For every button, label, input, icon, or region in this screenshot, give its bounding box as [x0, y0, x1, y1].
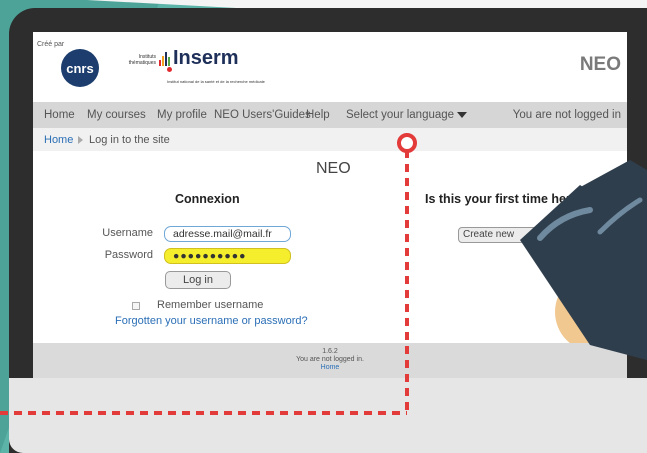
created-by-label: Créé par [37, 41, 65, 48]
inserm-dot-icon [167, 67, 172, 72]
chevron-down-icon [457, 111, 468, 118]
remember-checkbox[interactable] [132, 302, 140, 310]
footer-home-link[interactable]: Home [321, 364, 340, 371]
nav-my-profile[interactable]: My profile [157, 109, 207, 121]
nav-my-courses[interactable]: My courses [87, 109, 146, 121]
language-select-label: Select your language [346, 109, 455, 121]
username-input[interactable]: adresse.mail@mail.fr [164, 226, 291, 242]
nav-home[interactable]: Home [44, 109, 75, 121]
login-button[interactable]: Log in [165, 271, 231, 289]
monitor-chin [9, 378, 647, 453]
page-footer: 1.6.2 You are not logged in. Home [33, 343, 627, 378]
remember-label: Remember username [157, 299, 264, 311]
password-label: Password [104, 249, 153, 261]
nav-users-guides[interactable]: NEO Users'Guides [214, 109, 311, 121]
breadcrumb-home-link[interactable]: Home [44, 134, 73, 146]
navigation-bar: Home My courses My profile NEO Users'Gui… [33, 102, 627, 128]
site-name: NEO [579, 54, 621, 75]
login-status: You are not logged in [512, 109, 621, 121]
site-header: Créé par cnrs Instituts thématiques Inse… [33, 32, 627, 99]
cnrs-logo: cnrs [61, 49, 99, 87]
breadcrumb: Home Log in to the site [33, 128, 627, 151]
version-label: 1.6.2 [322, 348, 338, 355]
instituts-label: Instituts thématiques [128, 54, 156, 66]
target-marker-icon [397, 133, 417, 153]
inserm-logo: Inserm [173, 47, 239, 69]
page-title: NEO [316, 160, 351, 177]
language-select[interactable]: Select your language [346, 109, 468, 121]
breadcrumb-separator-icon [78, 134, 83, 146]
nav-help[interactable]: Help [306, 109, 330, 121]
forgot-password-link[interactable]: Forgotten your username or password? [115, 315, 308, 327]
inserm-bars-icon [159, 52, 171, 66]
footer-status: You are not logged in. [296, 356, 364, 363]
browser-screen: Créé par cnrs Instituts thématiques Inse… [33, 32, 627, 378]
create-account-button[interactable]: Create new [458, 227, 578, 243]
decorative-blob [555, 272, 627, 352]
inserm-subtitle: Institut national de la santé et de la r… [167, 79, 265, 84]
breadcrumb-current: Log in to the site [89, 134, 170, 146]
login-heading: Connexion [175, 192, 240, 206]
username-label: Username [102, 227, 153, 239]
signup-heading: Is this your first time here [425, 192, 578, 206]
password-input[interactable]: ●●●●●●●●●● [164, 248, 291, 264]
